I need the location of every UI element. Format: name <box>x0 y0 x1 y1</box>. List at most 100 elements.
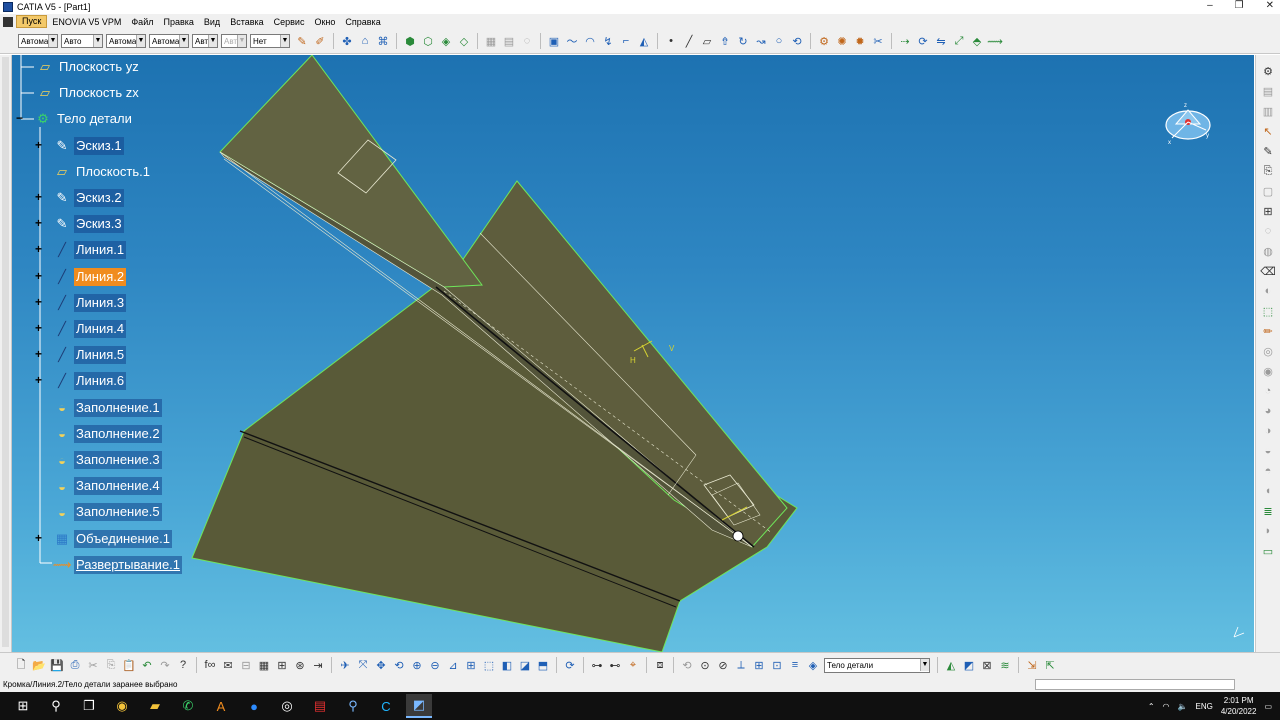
tree-item[interactable]: ⚙ Тело детали <box>34 110 134 128</box>
revolve-icon[interactable]: ↻ <box>735 33 751 49</box>
pan-icon[interactable]: ✥ <box>373 657 389 673</box>
tree-item[interactable]: ◒ Заполнение.3 <box>53 451 162 469</box>
menu-start[interactable]: Пуск <box>16 15 48 28</box>
split-icon[interactable]: ✹ <box>852 33 868 49</box>
tree-item[interactable]: ◒ Заполнение.1 <box>53 398 162 417</box>
volume-icon[interactable]: 🔈 <box>1178 702 1188 711</box>
tree-item[interactable]: ◒ Заполнение.4 <box>53 477 162 496</box>
line-thickness-select[interactable]: Автома ▼ <box>106 34 146 48</box>
fill-tool-icon[interactable]: ◭ <box>636 33 652 49</box>
tree-item[interactable]: ▱ Плоскость.1 <box>53 163 152 181</box>
sketch-tool-icon[interactable]: ▣ <box>546 33 562 49</box>
scale-icon[interactable]: ⤢ <box>951 33 967 49</box>
shaft-icon[interactable]: ◈ <box>438 33 454 49</box>
search-icon[interactable]: ⚲ <box>43 694 69 718</box>
tree-item[interactable]: ▦ Объединение.1 <box>53 529 172 548</box>
sketcher-icon[interactable]: ✎ <box>1260 143 1276 159</box>
rotate-view-icon[interactable]: ⟲ <box>391 657 407 673</box>
save-icon[interactable]: 💾 <box>49 657 65 673</box>
tree-item[interactable]: ▱ Плоскость zx <box>36 84 141 102</box>
tree-expand-icon[interactable]: + <box>34 532 43 544</box>
obs-icon[interactable]: ◎ <box>274 694 300 718</box>
knowledge-icon[interactable]: ⊛ <box>292 657 308 673</box>
tree-item[interactable]: ╱ Линия.2 <box>53 267 127 286</box>
menu-enovia[interactable]: ENOVIA V5 VPM <box>47 17 126 27</box>
extrapolate-icon[interactable]: ⟿ <box>987 33 1003 49</box>
undo-icon[interactable]: ↶ <box>139 657 155 673</box>
windows-start-icon[interactable]: ⊞ <box>10 694 36 718</box>
sphere-icon[interactable]: ○ <box>771 33 787 49</box>
update-icon[interactable]: ⟳ <box>562 657 578 673</box>
pencil-icon[interactable]: ✏ <box>1260 323 1276 339</box>
photo-studio-icon[interactable]: ⊠ <box>979 657 995 673</box>
tree-item[interactable]: ◒ Заполнение.5 <box>53 503 162 522</box>
layer-select[interactable]: Нет ▼ <box>250 34 290 48</box>
tree-item[interactable]: ◒ Заполнение.2 <box>53 424 162 443</box>
tree-expand-icon[interactable]: + <box>34 217 43 229</box>
curve-icon[interactable]: ↯ <box>600 33 616 49</box>
menu-edit[interactable]: Правка <box>158 17 198 27</box>
extrude-icon[interactable]: ⇮ <box>717 33 733 49</box>
color-select[interactable]: Автома ▼ <box>18 34 58 48</box>
frame-icon[interactable]: ▭ <box>1260 543 1276 559</box>
tree-expand-icon[interactable]: + <box>34 322 43 334</box>
tree-item[interactable]: ╱ Линия.5 <box>53 346 127 365</box>
axis-system-icon[interactable]: ⟂ <box>733 657 749 673</box>
iso-view-icon[interactable]: ⬚ <box>481 657 497 673</box>
swap-space-icon[interactable]: ⬒ <box>535 657 551 673</box>
catalog-icon[interactable]: ⊞ <box>274 657 290 673</box>
language-indicator[interactable]: ENG <box>1196 702 1213 711</box>
point-icon[interactable]: • <box>663 33 679 49</box>
normal-view-icon[interactable]: ⊿ <box>445 657 461 673</box>
tree-expand-icon[interactable]: + <box>34 191 43 203</box>
current-body-select[interactable]: Тело детали ▼ <box>824 657 930 673</box>
file-explorer-icon[interactable]: ▰ <box>142 694 168 718</box>
tree-collapse-icon[interactable]: − <box>15 112 24 124</box>
part-geometry[interactable]: H V <box>12 55 1254 652</box>
render-icon[interactable]: ◩ <box>961 657 977 673</box>
tree-item[interactable]: ╱ Линия.4 <box>53 320 127 338</box>
comment-icon[interactable]: ✉ <box>220 657 236 673</box>
tree-expand-icon[interactable]: + <box>34 348 43 360</box>
menu-insert[interactable]: Вставка <box>225 17 268 27</box>
tree-item[interactable]: ✎ Эскиз.1 <box>53 136 124 155</box>
sheet-metal-icon[interactable]: ⌂ <box>357 33 373 49</box>
circle-tool-icon[interactable]: ◠ <box>582 33 598 49</box>
eraser-icon[interactable]: ⌫ <box>1260 263 1276 279</box>
maximize-button[interactable]: ❐ <box>1235 0 1244 11</box>
measure-item-icon[interactable]: ⇥ <box>310 657 326 673</box>
close-button[interactable]: ✕ <box>1266 0 1274 11</box>
draft-analysis-icon[interactable]: ⊙ <box>697 657 713 673</box>
import-icon[interactable]: ⇲ <box>1024 657 1040 673</box>
multi-view-icon[interactable]: ⊞ <box>463 657 479 673</box>
compass-widget[interactable]: x y z <box>1162 100 1214 150</box>
copy-format-icon[interactable]: ✐ <box>312 33 328 49</box>
catia-task-icon[interactable]: ◩ <box>406 694 432 718</box>
tree-item[interactable]: ▱ Плоскость yz <box>36 58 141 76</box>
generative-shape-icon[interactable]: ✤ <box>339 33 355 49</box>
chrome-icon[interactable]: ◉ <box>109 694 135 718</box>
snap-icon[interactable]: ⊡ <box>769 657 785 673</box>
tree-expand-icon[interactable]: + <box>34 270 43 282</box>
zoom-in-icon[interactable]: ⊕ <box>409 657 425 673</box>
tree-expand-icon[interactable]: + <box>34 243 43 255</box>
analysis-2-icon[interactable]: ⊷ <box>607 657 623 673</box>
tree-item[interactable]: ╱ Линия.1 <box>53 241 127 260</box>
select-arrow-icon[interactable]: ↖ <box>1260 123 1276 139</box>
offset-icon[interactable]: ⟲ <box>789 33 805 49</box>
rotate-icon[interactable]: ⟳ <box>915 33 931 49</box>
tree-expand-icon[interactable]: + <box>34 296 43 308</box>
settings-gear-icon[interactable]: ⚙ <box>1260 63 1276 79</box>
command-input[interactable] <box>1035 679 1235 690</box>
trim-icon[interactable]: ✂ <box>870 33 886 49</box>
symmetry-icon[interactable]: ⇋ <box>933 33 949 49</box>
clock[interactable]: 2:01 PM 4/20/2022 <box>1221 695 1257 717</box>
formula-icon[interactable]: f∞ <box>202 657 218 673</box>
c-app-icon[interactable]: C <box>373 694 399 718</box>
3d-viewport[interactable]: H V x y z ▱ Плоскость yz ▱ Плоскость zx ⚙ Тел… <box>12 55 1254 652</box>
exit-sketcher-icon[interactable]: ⎘ <box>1260 163 1276 179</box>
left-scrollbar[interactable] <box>0 55 12 652</box>
groove-icon[interactable]: ◇ <box>456 33 472 49</box>
analysis-3-icon[interactable]: ⌖ <box>625 657 641 673</box>
text-app-icon[interactable]: A <box>208 694 234 718</box>
